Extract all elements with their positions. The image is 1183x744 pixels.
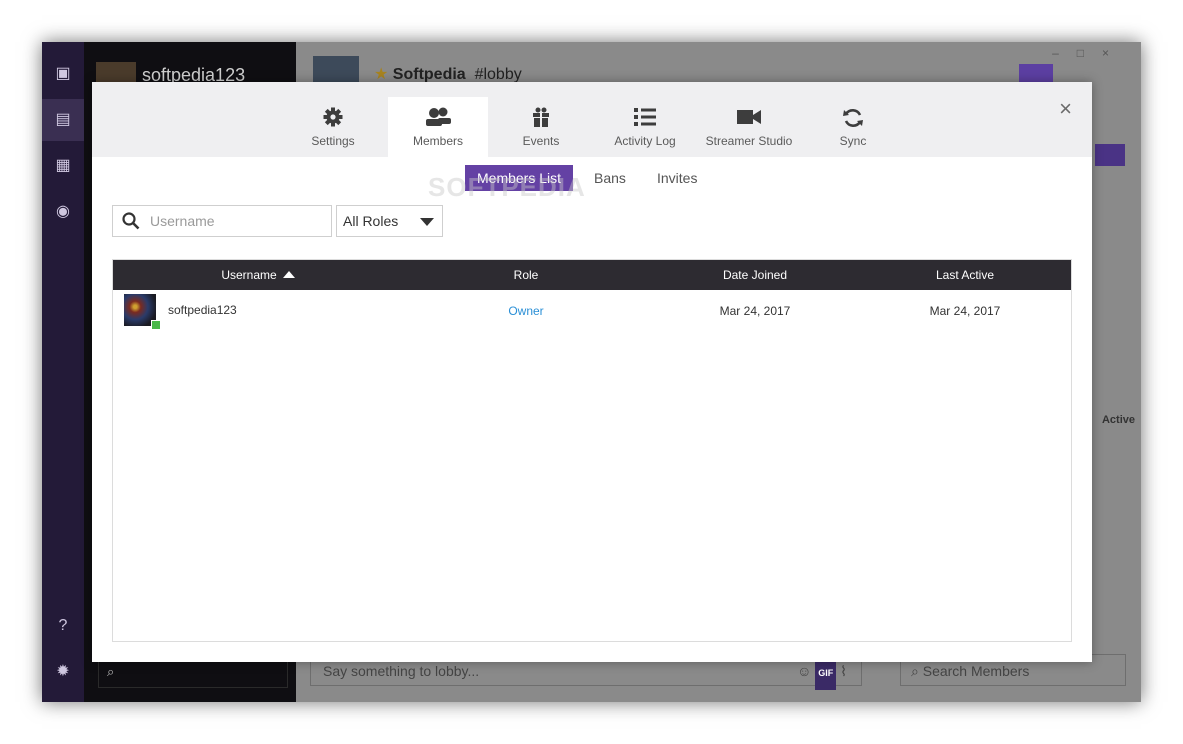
tab-members-label: Members — [412, 134, 463, 148]
server-settings-modal: Settings Members Events Activity Log Str… — [92, 82, 1092, 662]
star-icon[interactable]: ★ — [374, 66, 388, 83]
side-highlight — [1095, 144, 1125, 166]
online-status-indicator — [151, 320, 161, 330]
chevron-down-icon — [420, 218, 434, 226]
channel-name: #lobby — [474, 66, 522, 83]
tab-streamer-studio[interactable]: Streamer Studio — [696, 97, 802, 157]
gear-icon — [283, 106, 383, 132]
username-search-input[interactable] — [148, 212, 322, 230]
members-table: Username Role Date Joined Last Active so… — [112, 259, 1072, 642]
members-icon — [388, 106, 488, 132]
subtab-members-list[interactable]: Members List — [465, 165, 574, 191]
tab-settings[interactable]: Settings — [283, 97, 383, 157]
row-role[interactable]: Owner — [423, 290, 629, 332]
close-icon[interactable]: × — [1059, 98, 1072, 120]
column-username[interactable]: Username — [113, 260, 403, 290]
role-filter-value: All Roles — [343, 213, 399, 229]
list-icon — [595, 106, 695, 132]
table-row[interactable]: softpedia123 Owner Mar 24, 2017 Mar 24, … — [113, 290, 1071, 332]
server-name: Softpedia — [392, 66, 466, 83]
modal-tab-bar: Settings Members Events Activity Log Str… — [92, 82, 1092, 157]
message-placeholder: Say something to lobby... — [323, 663, 480, 679]
search-icon: ⌕ — [911, 663, 919, 679]
sort-ascending-icon — [282, 271, 295, 278]
table-header: Username Role Date Joined Last Active — [113, 260, 1071, 290]
chat-icon[interactable]: ▤ — [53, 110, 73, 130]
column-username-label: Username — [221, 268, 277, 282]
twitch-icon[interactable]: ▣ — [53, 64, 73, 84]
members-search-placeholder: Search Members — [922, 663, 1030, 679]
left-rail: ▣ ▤ ▦ ◉ ? ✹ — [42, 42, 84, 702]
column-date-joined[interactable]: Date Joined — [653, 260, 857, 290]
sync-icon — [803, 106, 903, 132]
servers-icon[interactable]: ▦ — [53, 156, 73, 176]
server-header: ★ Softpedia #lobby — [313, 56, 522, 96]
video-camera-icon — [696, 106, 802, 132]
compass-icon[interactable]: ◉ — [53, 202, 73, 222]
username-search — [112, 205, 332, 237]
subtab-invites[interactable]: Invites — [657, 165, 697, 191]
column-last-active[interactable]: Last Active — [861, 260, 1069, 290]
row-date-joined: Mar 24, 2017 — [719, 304, 791, 318]
row-username[interactable]: softpedia123 — [168, 290, 237, 330]
side-active-label: Active — [1101, 414, 1135, 426]
tab-members[interactable]: Members — [388, 97, 488, 157]
role-filter-select[interactable]: All Roles — [336, 205, 443, 237]
column-role[interactable]: Role — [423, 260, 629, 290]
tab-sync[interactable]: Sync — [803, 97, 903, 157]
settings-icon[interactable]: ✹ — [53, 662, 73, 682]
gift-icon — [491, 106, 591, 132]
tab-events[interactable]: Events — [491, 97, 591, 157]
tab-activity-log-label: Activity Log — [614, 134, 676, 148]
tab-sync-label: Sync — [839, 134, 867, 148]
row-last-active: Mar 24, 2017 — [929, 304, 1001, 318]
tab-activity-log[interactable]: Activity Log — [595, 97, 695, 157]
subtab-bans[interactable]: Bans — [594, 165, 626, 191]
tab-events-label: Events — [522, 134, 560, 148]
tab-streamer-studio-label: Streamer Studio — [705, 134, 793, 148]
search-icon — [122, 212, 140, 230]
help-icon[interactable]: ? — [53, 616, 73, 636]
window-controls[interactable]: –□× — [1052, 46, 1127, 60]
tab-settings-label: Settings — [311, 134, 355, 148]
